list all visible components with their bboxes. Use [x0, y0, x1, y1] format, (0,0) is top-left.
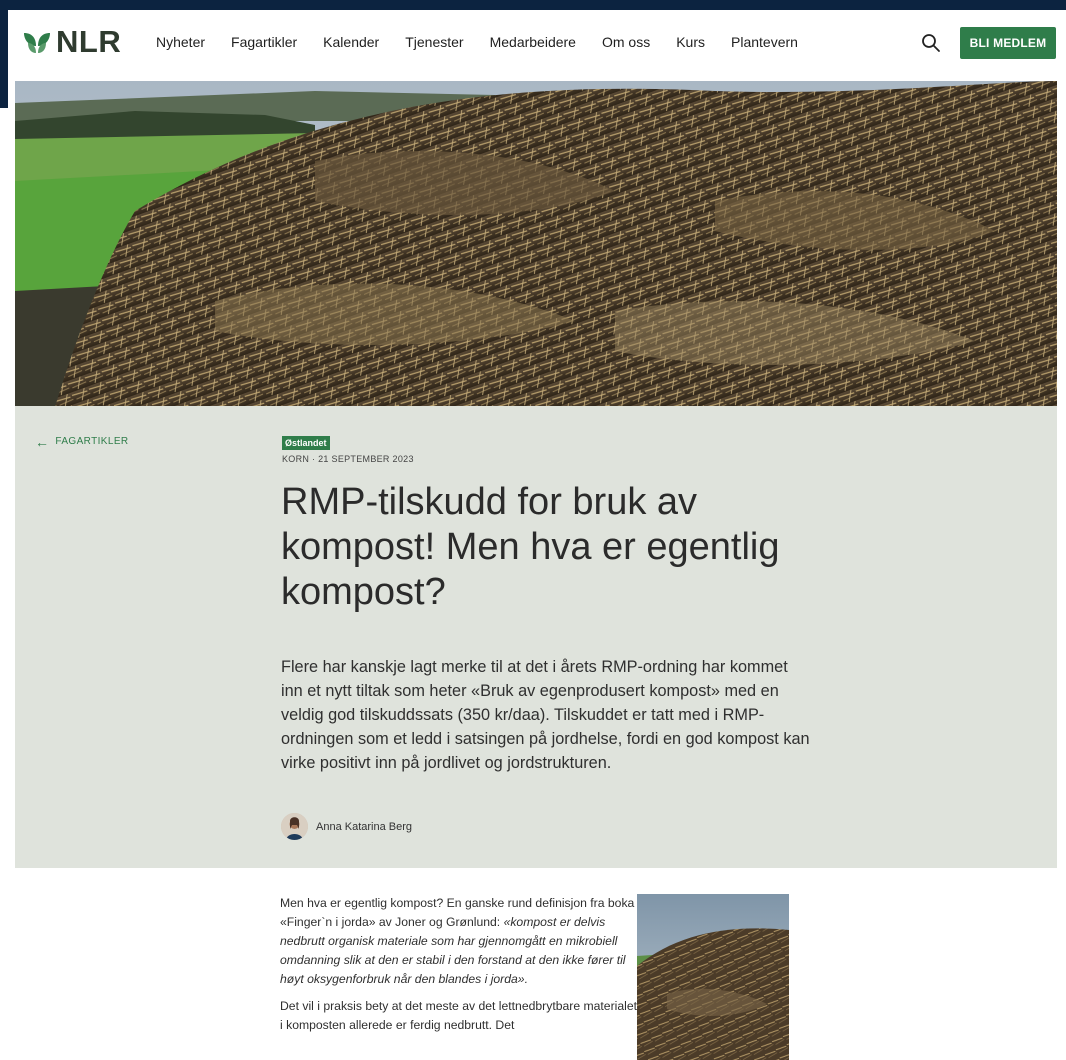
compost-photo[interactable]	[637, 894, 789, 1060]
search-icon[interactable]	[920, 32, 942, 54]
back-link[interactable]: ← FAGARTIKLER	[35, 433, 129, 450]
nav-item-medarbeidere[interactable]: Medarbeidere	[490, 34, 576, 50]
nav-item-fagartikler[interactable]: Fagartikler	[231, 34, 297, 50]
author-name: Anna Katarina Berg	[316, 820, 413, 833]
nav-item-tjenester[interactable]: Tjenester	[405, 34, 463, 50]
back-link-label: FAGARTIKLER	[55, 436, 129, 447]
article-body: Men hva er egentlig kompost? En ganske r…	[280, 894, 640, 1043]
article-title: RMP-tilskudd for bruk av kompost! Men hv…	[281, 481, 780, 613]
region-badge[interactable]: Østlandet	[282, 436, 330, 450]
nav-item-plantevern[interactable]: Plantevern	[731, 34, 798, 50]
main-nav: Nyheter Fagartikler Kalender Tjenester M…	[156, 34, 824, 50]
nav-item-nyheter[interactable]: Nyheter	[156, 34, 205, 50]
join-button[interactable]: BLI MEDLEM	[960, 27, 1056, 59]
nav-item-kurs[interactable]: Kurs	[676, 34, 705, 50]
avatar	[281, 813, 308, 840]
nav-item-kalender[interactable]: Kalender	[323, 34, 379, 50]
site-logo[interactable]: NLR	[22, 24, 122, 59]
article-lead: Flere har kanskje lagt merke til at det …	[281, 658, 810, 772]
body-paragraph: Men hva er egentlig kompost? En ganske r…	[280, 894, 640, 989]
leaf-logo-icon	[24, 33, 50, 53]
article-intro: ← FAGARTIKLER Østlandet KORN · 21 SEPTEM…	[15, 406, 1057, 868]
hero-image	[15, 81, 1057, 407]
window-frame-left	[0, 0, 8, 108]
nav-item-om-oss[interactable]: Om oss	[602, 34, 650, 50]
page: NLR Nyheter Fagartikler Kalender Tjenest…	[8, 10, 1066, 1060]
body-paragraph: Det vil i praksis bety at det meste av d…	[280, 999, 637, 1032]
article-meta: KORN · 21 SEPTEMBER 2023	[282, 454, 414, 464]
site-header: NLR Nyheter Fagartikler Kalender Tjenest…	[8, 10, 1066, 80]
arrow-left-icon: ←	[35, 433, 50, 450]
logo-text: NLR	[56, 24, 122, 59]
author[interactable]: Anna Katarina Berg	[281, 813, 412, 840]
